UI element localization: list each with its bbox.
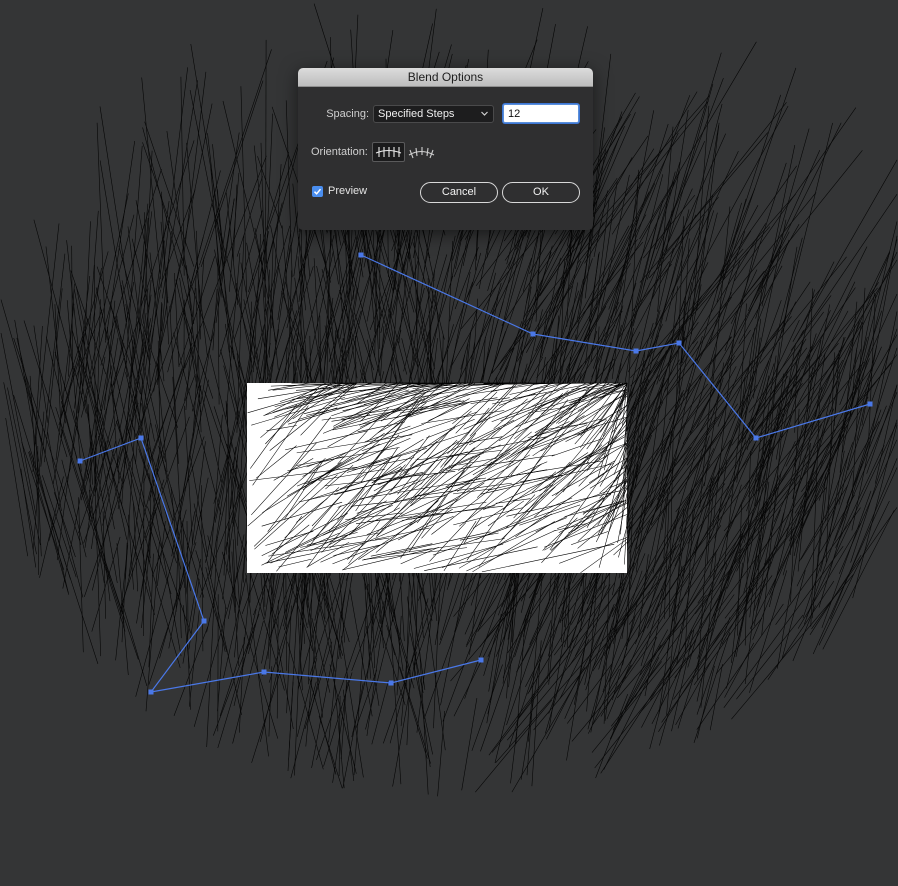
- align-to-path-icon: [408, 147, 435, 159]
- anchor-point[interactable]: [138, 435, 144, 441]
- orientation-align-to-path-button[interactable]: [405, 142, 438, 162]
- spacing-label: Spacing:: [326, 107, 369, 120]
- anchor-point[interactable]: [358, 252, 364, 258]
- spacing-row: Spacing: Specified Steps: [298, 104, 579, 123]
- align-to-page-icon: [375, 147, 402, 157]
- blend-options-dialog: Blend Options Spacing: Specified Steps O…: [298, 68, 593, 230]
- preview-checkbox[interactable]: [312, 185, 323, 197]
- anchor-point[interactable]: [201, 618, 207, 624]
- anchor-point[interactable]: [261, 669, 267, 675]
- preview-row[interactable]: Preview: [312, 185, 367, 197]
- anchor-point[interactable]: [478, 657, 484, 663]
- checkmark-icon: [313, 188, 322, 195]
- anchor-point[interactable]: [867, 401, 873, 407]
- orientation-label: Orientation:: [311, 146, 368, 158]
- spacing-select-value: Specified Steps: [378, 107, 455, 120]
- anchor-point[interactable]: [77, 458, 83, 464]
- anchor-point[interactable]: [633, 348, 639, 354]
- preview-label: Preview: [328, 185, 368, 197]
- anchor-point[interactable]: [753, 435, 759, 441]
- dialog-title: Blend Options: [298, 68, 593, 87]
- anchor-point[interactable]: [530, 331, 536, 337]
- ok-button[interactable]: OK: [502, 182, 580, 203]
- orientation-row: Orientation:: [311, 142, 438, 162]
- chevron-down-icon: [481, 111, 488, 116]
- specified-steps-input[interactable]: [503, 104, 579, 123]
- anchor-point[interactable]: [388, 680, 394, 686]
- anchor-point[interactable]: [148, 689, 154, 695]
- cancel-button[interactable]: Cancel: [420, 182, 498, 203]
- orientation-align-to-page-button[interactable]: [371, 142, 405, 162]
- spacing-select[interactable]: Specified Steps: [373, 104, 494, 123]
- anchor-point[interactable]: [676, 340, 682, 346]
